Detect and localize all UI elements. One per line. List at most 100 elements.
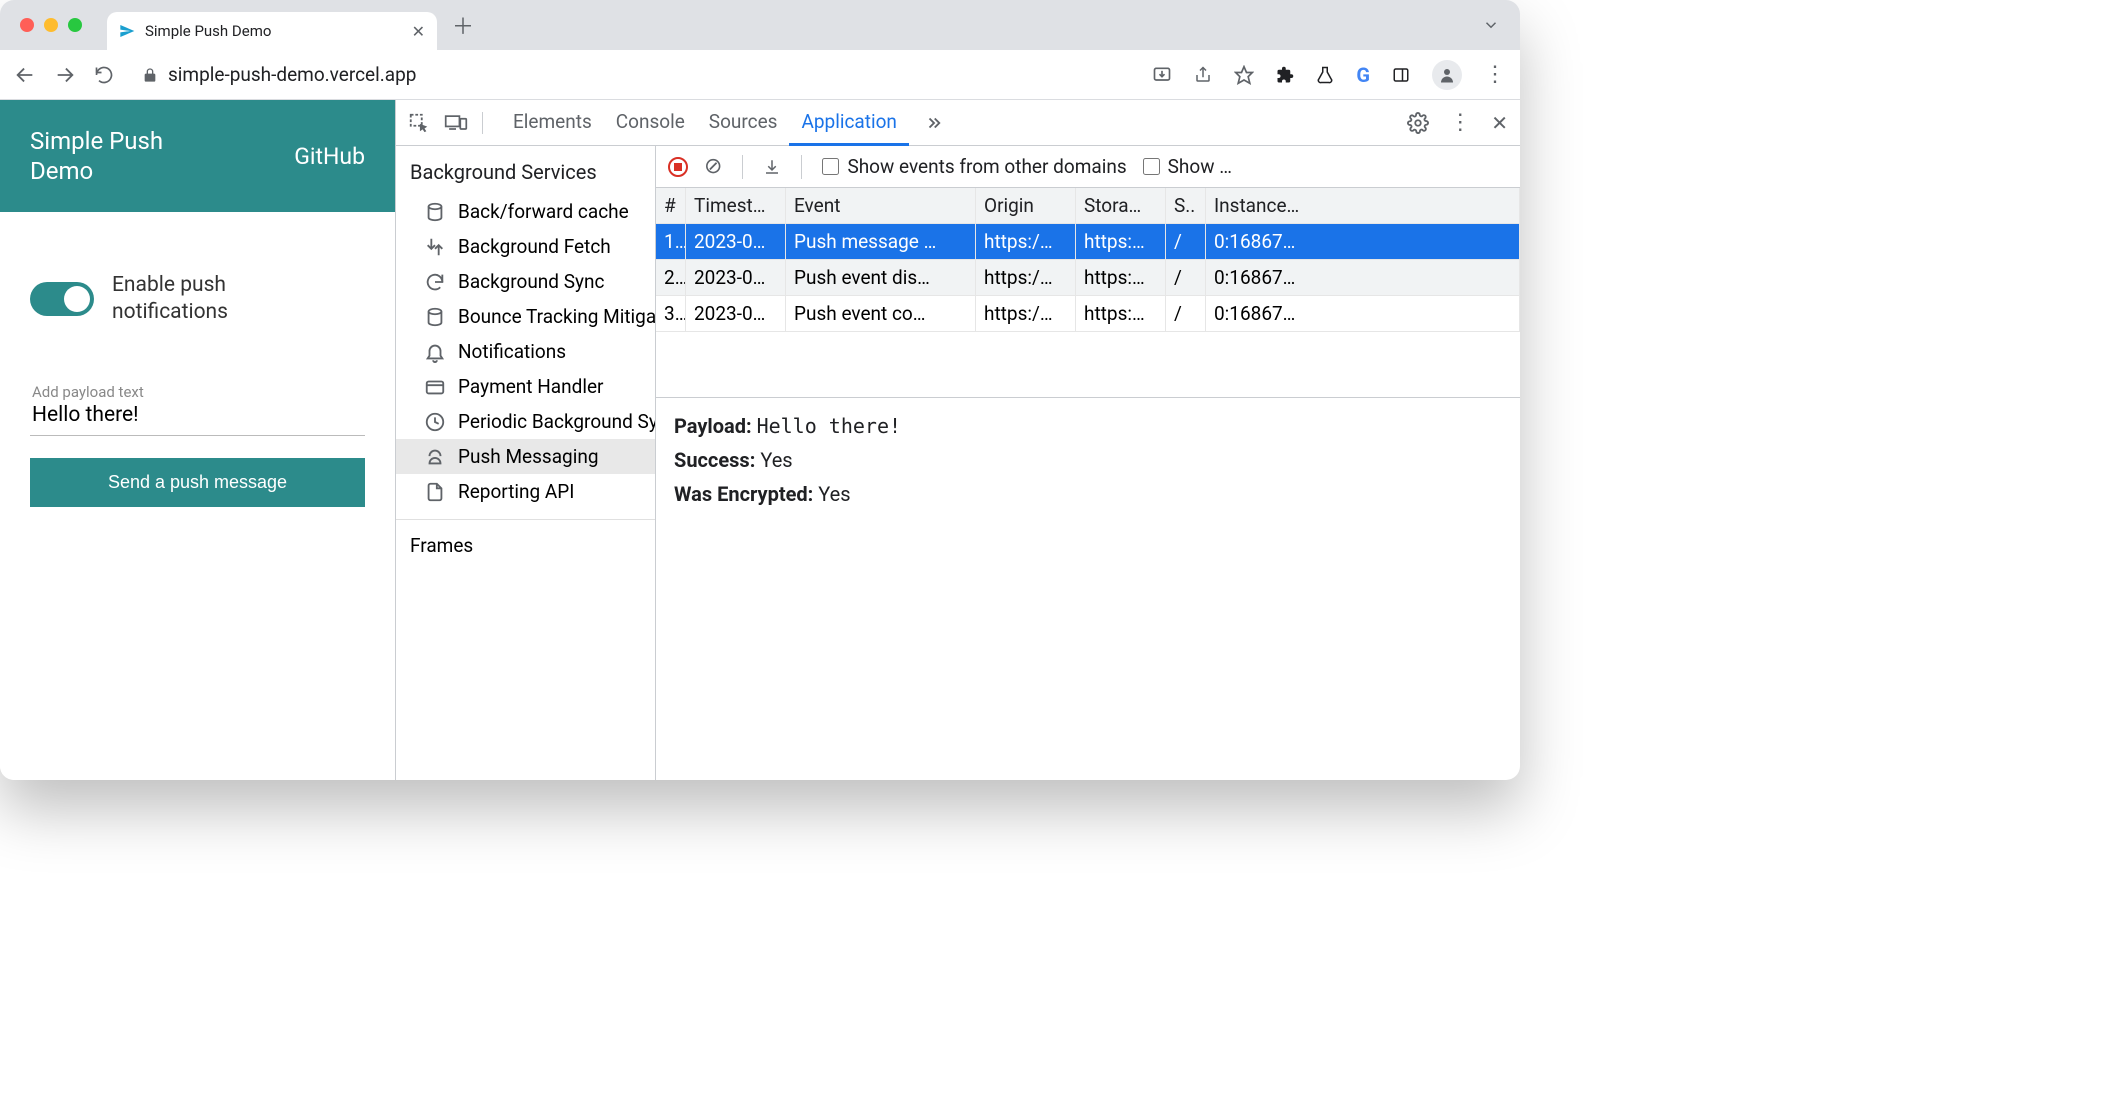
- table-cell[interactable]: 2023-0…: [686, 224, 786, 260]
- menu-icon[interactable]: ⋮: [1484, 62, 1506, 87]
- labs-icon[interactable]: [1316, 65, 1334, 85]
- show-other-domains-checkbox[interactable]: Show events from other domains: [822, 155, 1126, 178]
- more-tabs-icon[interactable]: [923, 114, 945, 132]
- web-page: Simple Push Demo GitHub Enable push noti…: [0, 100, 395, 780]
- detail-success-key: Success:: [674, 448, 755, 472]
- detail-payload-value: Hello there!: [757, 414, 902, 438]
- github-link[interactable]: GitHub: [294, 143, 365, 170]
- toolbar-actions: G ⋮: [1152, 60, 1506, 90]
- minimize-window-button[interactable]: [44, 18, 58, 32]
- enable-push-row: Enable push notifications: [30, 272, 365, 327]
- sidebar-item-back-forward-cache[interactable]: Back/forward cache: [396, 194, 655, 229]
- table-cell[interactable]: Push event co…: [786, 296, 976, 332]
- devtools-tab-elements[interactable]: Elements: [501, 100, 604, 146]
- kebab-icon[interactable]: ⋮: [1449, 110, 1471, 135]
- clear-button[interactable]: ⊘: [704, 154, 722, 179]
- table-cell[interactable]: https:…: [1076, 260, 1166, 296]
- sidebar-item-push-messaging[interactable]: Push Messaging: [396, 439, 655, 474]
- table-cell[interactable]: Push message …: [786, 224, 976, 260]
- sidebar-item-bounce-tracking-mitigations[interactable]: Bounce Tracking Mitigations: [396, 299, 655, 334]
- new-tab-button[interactable]: ＋: [452, 9, 474, 41]
- enable-push-toggle[interactable]: [30, 282, 94, 316]
- profile-avatar[interactable]: [1432, 60, 1462, 90]
- detail-encrypted-value: Yes: [818, 482, 850, 506]
- app-title: Simple Push Demo: [30, 126, 230, 186]
- reload-button[interactable]: [94, 65, 116, 85]
- back-button[interactable]: [14, 64, 36, 86]
- detail-payload-key: Payload:: [674, 414, 752, 438]
- table-header[interactable]: #: [656, 188, 686, 224]
- sidebar-item-label: Periodic Background Sync: [458, 410, 656, 433]
- devtools-tab-application[interactable]: Application: [789, 100, 908, 146]
- sidebar-item-background-fetch[interactable]: Background Fetch: [396, 229, 655, 264]
- devtools-tab-sources[interactable]: Sources: [697, 100, 790, 146]
- sidebar-frames[interactable]: Frames: [396, 519, 655, 571]
- table-header[interactable]: Stora…: [1076, 188, 1166, 224]
- detail-success-value: Yes: [760, 448, 792, 472]
- detail-encrypted-key: Was Encrypted:: [674, 482, 813, 506]
- table-cell[interactable]: /: [1166, 296, 1206, 332]
- lock-icon: [142, 67, 158, 83]
- bookmark-icon[interactable]: [1234, 65, 1254, 85]
- close-devtools-button[interactable]: ✕: [1491, 111, 1508, 135]
- table-cell[interactable]: https:…: [1076, 224, 1166, 260]
- event-details: Payload: Hello there! Success: Yes Was E…: [656, 398, 1520, 532]
- table-cell[interactable]: /: [1166, 260, 1206, 296]
- table-cell[interactable]: /: [1166, 224, 1206, 260]
- google-icon[interactable]: G: [1356, 63, 1370, 87]
- table-cell[interactable]: 0:16867…: [1206, 224, 1520, 260]
- table-cell[interactable]: 2.: [656, 260, 686, 296]
- payload-field[interactable]: Add payload text Hello there!: [30, 377, 365, 436]
- sidebar-item-periodic-background-sync[interactable]: Periodic Background Sync: [396, 404, 655, 439]
- devtools-panel: ElementsConsoleSourcesApplication ⋮ ✕ Ba…: [395, 100, 1520, 780]
- forward-button[interactable]: [54, 64, 76, 86]
- sidebar-item-payment-handler[interactable]: Payment Handler: [396, 369, 655, 404]
- table-header[interactable]: Event: [786, 188, 976, 224]
- table-header[interactable]: Origin: [976, 188, 1076, 224]
- table-cell[interactable]: 0:16867…: [1206, 296, 1520, 332]
- sidebar-item-icon: [424, 411, 446, 433]
- table-header[interactable]: S..: [1166, 188, 1206, 224]
- download-button[interactable]: [763, 158, 781, 176]
- sidebar-item-background-sync[interactable]: Background Sync: [396, 264, 655, 299]
- sidebar-item-reporting-api[interactable]: Reporting API: [396, 474, 655, 509]
- table-cell[interactable]: https:…: [1076, 296, 1166, 332]
- extensions-icon[interactable]: [1276, 66, 1294, 84]
- table-header[interactable]: Instance…: [1206, 188, 1520, 224]
- payload-value: Hello there!: [32, 403, 363, 427]
- install-icon[interactable]: [1152, 65, 1172, 85]
- events-table: #Timest…EventOriginStora…S..Instance… 1.2…: [656, 188, 1520, 398]
- sidebar-item-icon: [424, 201, 446, 223]
- table-cell[interactable]: https:/…: [976, 296, 1076, 332]
- sidebar-item-notifications[interactable]: Notifications: [396, 334, 655, 369]
- sidebar-item-label: Back/forward cache: [458, 200, 629, 223]
- show-truncated-checkbox[interactable]: Show …: [1143, 155, 1232, 178]
- inspect-icon[interactable]: [408, 112, 430, 134]
- tab-overflow-button[interactable]: [1482, 16, 1500, 34]
- address-bar[interactable]: simple-push-demo.vercel.app: [134, 63, 1134, 86]
- close-tab-button[interactable]: ✕: [412, 22, 425, 41]
- table-cell[interactable]: https:/…: [976, 260, 1076, 296]
- devtools-tabs: ElementsConsoleSourcesApplication ⋮ ✕: [396, 100, 1520, 146]
- record-button[interactable]: [668, 157, 688, 177]
- app-body: Enable push notifications Add payload te…: [0, 212, 395, 527]
- table-cell[interactable]: 3.: [656, 296, 686, 332]
- maximize-window-button[interactable]: [68, 18, 82, 32]
- table-cell[interactable]: 1.: [656, 224, 686, 260]
- table-cell[interactable]: 2023-0…: [686, 260, 786, 296]
- table-cell[interactable]: Push event dis…: [786, 260, 976, 296]
- browser-tab[interactable]: Simple Push Demo ✕: [107, 12, 437, 50]
- table-cell[interactable]: https:/…: [976, 224, 1076, 260]
- table-cell[interactable]: 0:16867…: [1206, 260, 1520, 296]
- side-panel-icon[interactable]: [1392, 66, 1410, 84]
- sidebar-item-icon: [424, 306, 446, 328]
- settings-icon[interactable]: [1407, 112, 1429, 134]
- sidebar-item-label: Background Sync: [458, 270, 604, 293]
- send-push-button[interactable]: Send a push message: [30, 458, 365, 507]
- table-cell[interactable]: 2023-0…: [686, 296, 786, 332]
- device-icon[interactable]: [444, 112, 468, 134]
- devtools-tab-console[interactable]: Console: [604, 100, 697, 146]
- close-window-button[interactable]: [20, 18, 34, 32]
- table-header[interactable]: Timest…: [686, 188, 786, 224]
- share-icon[interactable]: [1194, 66, 1212, 84]
